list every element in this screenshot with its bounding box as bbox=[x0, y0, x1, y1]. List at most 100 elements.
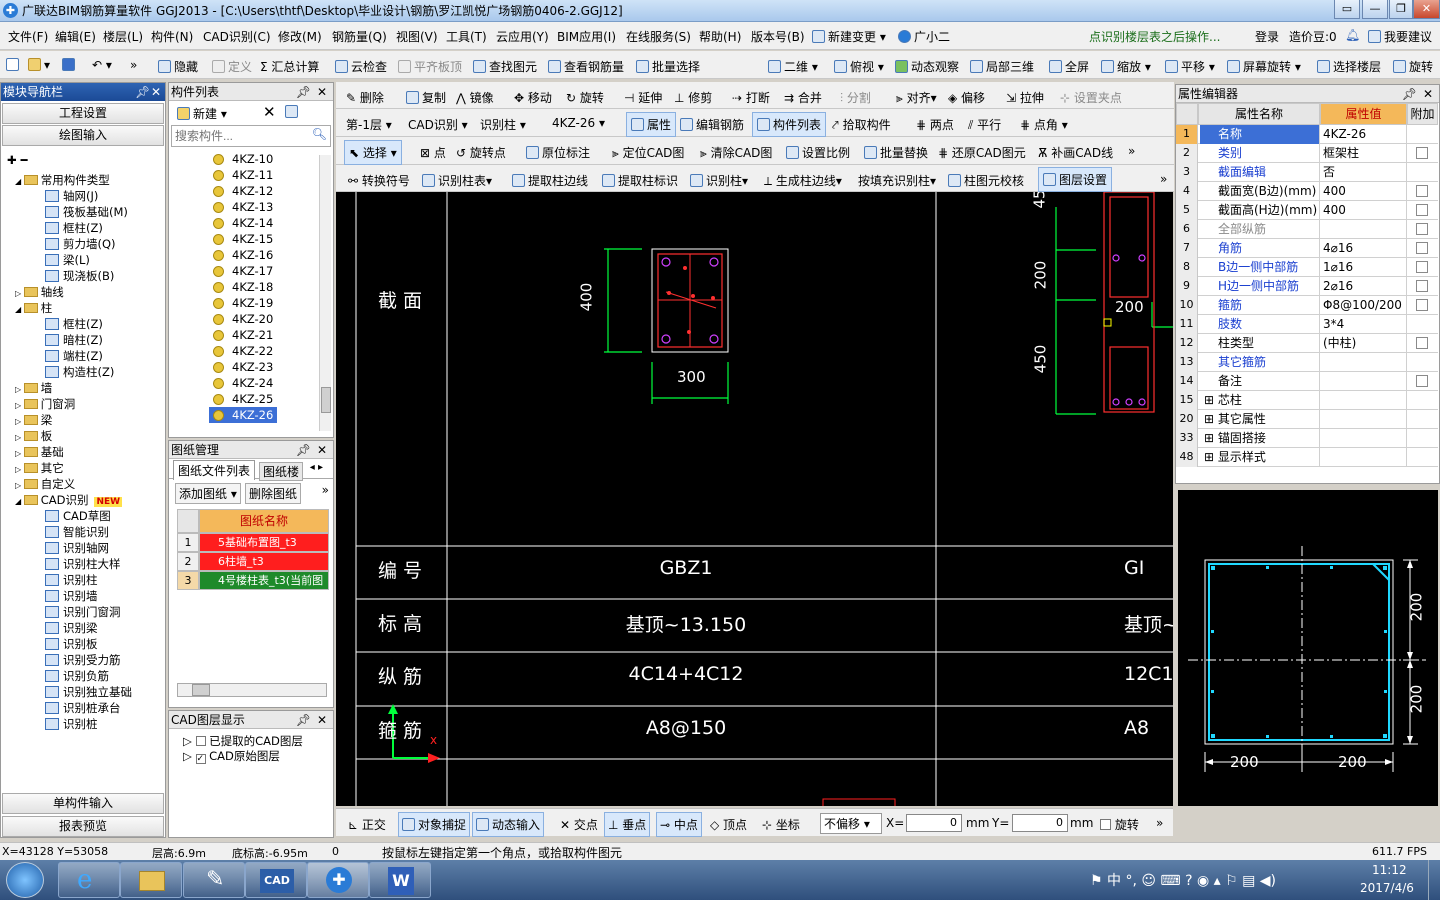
property-value[interactable]: 3*4 bbox=[1321, 315, 1407, 334]
screen-rotate-dropdown[interactable]: 屏幕旋转 ▾ bbox=[1227, 58, 1301, 75]
rotate-view-button[interactable]: 旋转 bbox=[1393, 58, 1433, 75]
menu-new-change[interactable]: 新建变更 ▾ bbox=[812, 28, 886, 45]
break-button[interactable]: ⇢ 打断 bbox=[732, 89, 770, 106]
property-value[interactable]: 400 bbox=[1321, 201, 1407, 220]
nav-tree-item[interactable]: 识别受力筋 bbox=[45, 652, 121, 668]
fill-recog-dropdown[interactable]: 按填充识别柱▾ bbox=[858, 172, 936, 189]
component-select[interactable]: 4KZ-26 ▾ bbox=[552, 116, 605, 130]
nav-tree-item[interactable]: ▷ 轴线 bbox=[15, 284, 64, 300]
menu-file[interactable]: 文件(F) bbox=[8, 28, 48, 45]
cad-canvas[interactable]: x 截面 400 300 200 450 45 200 编号 GBZ1 GI 标高 基顶… bbox=[336, 192, 1173, 806]
property-value[interactable]: Φ8@100/200 bbox=[1321, 296, 1407, 315]
property-extra-checkbox[interactable] bbox=[1416, 185, 1428, 197]
property-extra-checkbox[interactable] bbox=[1416, 375, 1428, 387]
property-row[interactable]: 10 箍筋 Φ8@100/200 bbox=[1176, 296, 1438, 315]
batch-select-button[interactable]: 批量选择 bbox=[636, 58, 700, 75]
dynamic-input-toggle[interactable]: 动态输入 bbox=[472, 812, 545, 837]
recog-column-dropdown[interactable]: 识别柱▾ bbox=[690, 172, 748, 189]
nav-tree-item[interactable]: CAD草图 bbox=[45, 508, 111, 524]
move-button[interactable]: ✥ 移动 bbox=[514, 89, 552, 106]
locate-cad-button[interactable]: ⫸ 定位CAD图 bbox=[612, 144, 684, 161]
trim-button[interactable]: ⊥ 修剪 bbox=[674, 89, 712, 106]
new-component-button[interactable]: 新建 ▾ bbox=[177, 105, 227, 122]
complist-scrollbar[interactable] bbox=[319, 155, 331, 431]
gen-column-edge-dropdown[interactable]: ⟂ 生成柱边线▾ bbox=[764, 172, 842, 189]
component-list-item[interactable]: 4KZ-12 bbox=[213, 183, 277, 199]
nav-tree-item[interactable]: 识别墙 bbox=[45, 588, 98, 604]
property-value[interactable] bbox=[1321, 372, 1407, 391]
offset-select[interactable]: 不偏移 ▾ bbox=[820, 813, 882, 834]
nav-tree-item[interactable]: 识别桩 bbox=[45, 716, 98, 732]
checkbox-checked[interactable]: ✓ bbox=[195, 754, 206, 764]
pick-component-button[interactable]: ⤤ 拾取构件 bbox=[832, 116, 891, 133]
nav-tree-item[interactable]: 识别柱 bbox=[45, 572, 98, 588]
price-bean[interactable]: 造价豆:0 bbox=[1289, 28, 1337, 45]
menu-rebar[interactable]: 钢筋量(Q) bbox=[332, 28, 387, 45]
menu-guangxiaoer[interactable]: 广小二 bbox=[898, 28, 950, 45]
property-row[interactable]: 4 截面宽(B边)(mm) 400 bbox=[1176, 182, 1438, 201]
property-row[interactable]: 7 角筋 4⌀16 bbox=[1176, 239, 1438, 258]
rotate-checkbox[interactable]: 旋转 bbox=[1100, 816, 1139, 833]
in-place-label-button[interactable]: 原位标注 bbox=[526, 144, 590, 161]
minimize-button[interactable]: — bbox=[1362, 0, 1388, 19]
delete-icon[interactable]: ✕ bbox=[263, 103, 276, 121]
property-extra-checkbox[interactable] bbox=[1416, 242, 1428, 254]
nav-tree-item[interactable]: 识别轴网 bbox=[45, 540, 109, 556]
x-input[interactable]: 0 bbox=[906, 814, 962, 832]
close-button[interactable]: ✕ bbox=[1413, 0, 1440, 19]
component-list-item[interactable]: 4KZ-22 bbox=[213, 343, 277, 359]
nav-tree-item[interactable]: ▷ 梁 bbox=[15, 412, 52, 428]
component-list-item[interactable]: 4KZ-19 bbox=[213, 295, 277, 311]
component-list-item[interactable]: 4KZ-20 bbox=[213, 311, 277, 327]
property-extra-checkbox[interactable] bbox=[1416, 204, 1428, 216]
taskbar-app3[interactable]: ✎ bbox=[183, 862, 245, 898]
nav-tree-item[interactable]: ▷ 板 bbox=[15, 428, 52, 444]
property-row[interactable]: 48 ⊞ 显示样式 bbox=[1176, 448, 1438, 467]
nav-tree-item[interactable]: 框柱(Z) bbox=[45, 316, 103, 332]
extract-column-mark-button[interactable]: 提取柱标识 bbox=[602, 172, 678, 189]
undo-icon[interactable]: ↶ ▾ bbox=[92, 58, 112, 72]
perpendicular-snap[interactable]: ⊥ 垂点 bbox=[604, 812, 651, 837]
component-list-item[interactable]: 4KZ-13 bbox=[213, 199, 277, 215]
nav-tree-item[interactable]: ▷ 墙 bbox=[15, 380, 52, 396]
drawing-row[interactable]: 2 6柱墙_t3 bbox=[177, 552, 329, 571]
open-file-icon[interactable]: ▾ bbox=[28, 58, 50, 72]
more-icon[interactable]: » bbox=[1128, 144, 1135, 158]
object-snap-toggle[interactable]: 对象捕捉 bbox=[398, 812, 471, 837]
expand-icon[interactable]: ▷ bbox=[15, 289, 24, 298]
report-preview-button[interactable]: 报表预览 bbox=[2, 816, 164, 837]
pan-dropdown[interactable]: 平移 ▾ bbox=[1165, 58, 1215, 75]
save-icon[interactable] bbox=[62, 58, 78, 72]
property-row[interactable]: 33 ⊞ 锚固搭接 bbox=[1176, 429, 1438, 448]
property-row[interactable]: 12 柱类型 (中柱) bbox=[1176, 334, 1438, 353]
stretch-button[interactable]: ⇲ 拉伸 bbox=[1006, 89, 1044, 106]
vertex-snap[interactable]: ◇ 顶点 bbox=[710, 816, 747, 833]
expand-icon[interactable]: ▷ bbox=[15, 433, 24, 442]
property-value[interactable] bbox=[1321, 429, 1407, 448]
property-value[interactable] bbox=[1321, 220, 1407, 239]
view-rebar-button[interactable]: 查看钢筋量 bbox=[548, 58, 624, 75]
fullscreen-button[interactable]: 全屏 bbox=[1049, 58, 1089, 75]
zoom-dropdown[interactable]: 缩放 ▾ bbox=[1101, 58, 1151, 75]
nav-tree-item[interactable]: ◢ 柱 bbox=[15, 300, 52, 316]
property-row[interactable]: 9 H边一侧中部筋 2⌀16 bbox=[1176, 277, 1438, 296]
menu-help[interactable]: 帮助(H) bbox=[699, 28, 741, 45]
property-value[interactable]: 否 bbox=[1321, 163, 1407, 182]
nav-tree-item[interactable]: 识别板 bbox=[45, 636, 98, 652]
nav-tree-item[interactable]: ▷ 基础 bbox=[15, 444, 64, 460]
single-input-button[interactable]: 单构件输入 bbox=[2, 793, 164, 814]
expand-icon[interactable]: ⊞ bbox=[1204, 393, 1218, 407]
component-list-item[interactable]: 4KZ-24 bbox=[213, 375, 277, 391]
property-extra-checkbox[interactable] bbox=[1416, 223, 1428, 235]
tab-drawing-files[interactable]: 图纸文件列表 bbox=[173, 460, 256, 480]
close-panel-icon[interactable]: ✕ bbox=[317, 441, 327, 459]
component-search-input[interactable] bbox=[172, 126, 310, 145]
nav-tree-item[interactable]: 梁(L) bbox=[45, 252, 90, 268]
extract-column-edge-button[interactable]: 提取柱边线 bbox=[512, 172, 588, 189]
2d-dropdown[interactable]: 二维 ▾ bbox=[768, 58, 818, 75]
nav-tree-item[interactable]: ◢ CAD识别 NEW bbox=[15, 492, 123, 508]
nav-tree-item[interactable]: 识别梁 bbox=[45, 620, 98, 636]
menu-floor[interactable]: 楼层(L) bbox=[103, 28, 143, 45]
menu-bim[interactable]: BIM应用(I) bbox=[557, 28, 616, 45]
expand-icon[interactable]: ▷ bbox=[15, 401, 24, 410]
